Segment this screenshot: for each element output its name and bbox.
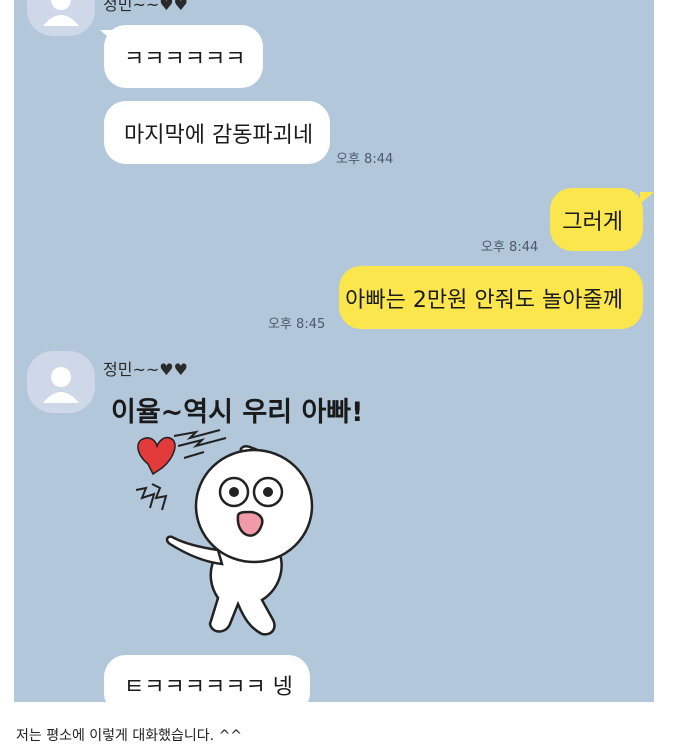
message-time: 오후 8:44: [336, 152, 394, 167]
default-profile-icon: [43, 0, 79, 26]
message-bubble-incoming[interactable]: 마지막에 감동파괴네: [104, 101, 330, 164]
message-time: 오후 8:44: [481, 240, 539, 255]
message-text: 마지막에 감동파괴네: [124, 122, 314, 148]
avatar[interactable]: [27, 351, 95, 413]
message-text: ㅋㅋㅋㅋㅋㅋ: [124, 46, 246, 72]
bubble-tail: [640, 192, 654, 204]
default-profile-icon: [43, 367, 79, 403]
sender-name: 정민~~♥♥: [103, 360, 188, 379]
message-text: ㅌㅋㅋㅋㅋㅋㅋ 넹: [124, 675, 293, 700]
sticker-caption-text: 이율~역시 우리 아빠!: [111, 397, 364, 428]
message-bubble-outgoing[interactable]: 그러게: [550, 188, 643, 251]
message-text: 아빠는 2만원 안줘도 놀아줄께: [345, 287, 623, 313]
cartoon-character-sticker-icon[interactable]: [126, 428, 336, 648]
message-bubble-incoming[interactable]: ㅋㅋㅋㅋㅋㅋ: [104, 25, 263, 88]
message-text: 그러게: [562, 209, 623, 235]
message-time: 오후 8:45: [268, 317, 326, 332]
avatar[interactable]: [27, 0, 95, 36]
message-bubble-outgoing[interactable]: 아빠는 2만원 안줘도 놀아줄께: [339, 266, 643, 329]
post-caption: 저는 평소에 이렇게 대화했습니다. ^^: [16, 728, 243, 744]
sender-name: 정민~~♥♥: [103, 0, 188, 14]
message-bubble-incoming[interactable]: ㅌㅋㅋㅋㅋㅋㅋ 넹: [104, 655, 310, 702]
chat-area[interactable]: 정민~~♥♥ ㅋㅋㅋㅋㅋㅋ 마지막에 감동파괴네 오후 8:44 그러게 오후 …: [14, 0, 654, 702]
